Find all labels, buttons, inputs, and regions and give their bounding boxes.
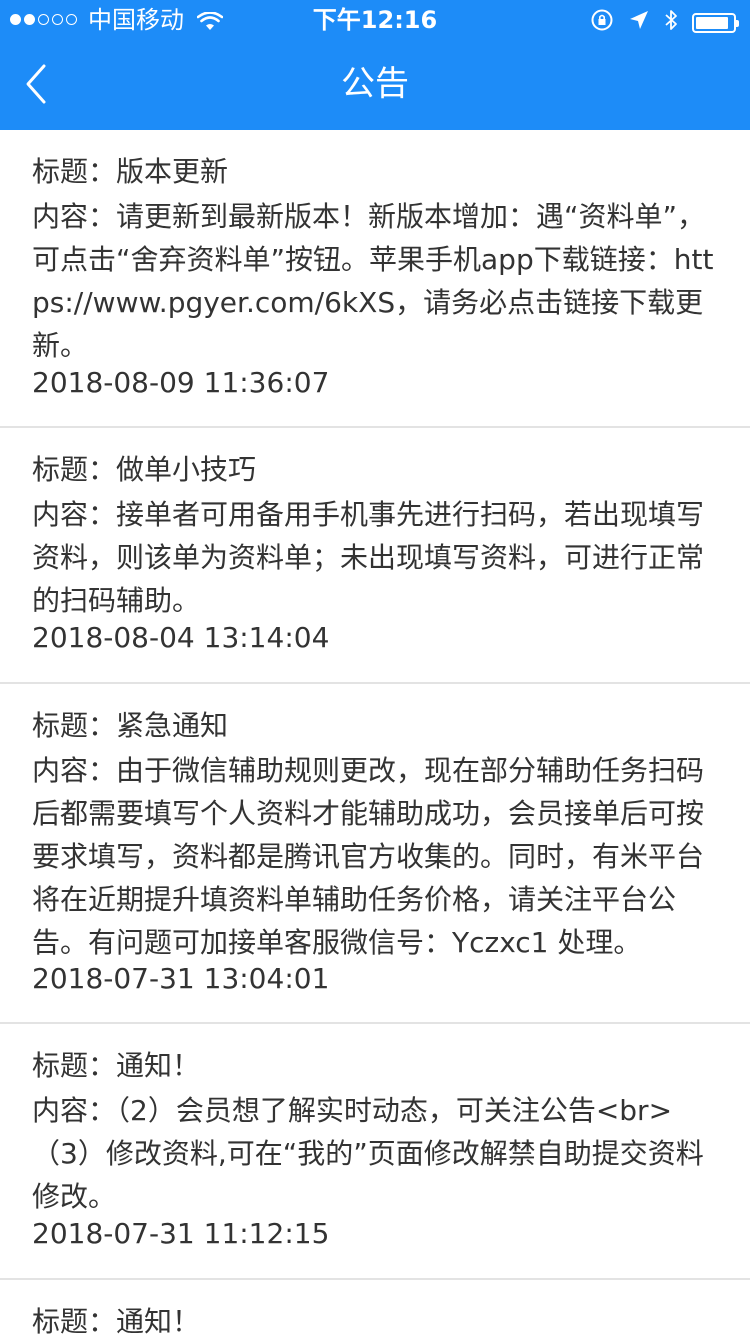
notice-title: 标题：通知！	[32, 1305, 201, 1338]
nav-bar: 公告	[0, 40, 750, 130]
notice-content: 内容：由于微信辅助规则更改，现在部分辅助任务扫码后都需要填写个人资料才能辅助成功…	[32, 754, 705, 959]
header: 中国移动 下午12:16 公告	[0, 0, 750, 130]
notice-item[interactable]: 标题：版本更新 内容：请更新到最新版本！新版本增加：遇“资料单”，可点击“舍弃资…	[0, 130, 750, 428]
battery-level	[696, 17, 728, 29]
notice-title: 标题：版本更新	[32, 155, 229, 188]
location-icon	[628, 9, 650, 37]
orientation-lock-icon	[590, 8, 614, 38]
notice-item[interactable]: 标题：通知！	[0, 1280, 750, 1340]
bluetooth-icon	[664, 8, 678, 38]
battery-icon	[692, 13, 739, 33]
notice-date: 2018-08-04 13:14:04	[32, 621, 330, 654]
notice-item[interactable]: 标题：紧急通知 内容：由于微信辅助规则更改，现在部分辅助任务扫码后都需要填写个人…	[0, 684, 750, 1024]
notice-date: 2018-07-31 13:04:01	[32, 962, 330, 995]
notice-title: 标题：做单小技巧	[32, 453, 257, 486]
status-icons	[590, 8, 739, 38]
notice-title: 标题：通知！	[32, 1049, 201, 1082]
notice-date: 2018-07-31 11:12:15	[32, 1217, 330, 1250]
notice-item[interactable]: 标题：通知！ 内容：（2）会员想了解实时动态，可关注公告<br>（3）修改资料,…	[0, 1024, 750, 1280]
notice-content: 内容：接单者可用备用手机事先进行扫码，若出现填写资料，则该单为资料单；未出现填写…	[32, 498, 705, 617]
status-bar: 中国移动 下午12:16	[0, 0, 750, 40]
notice-title: 标题：紧急通知	[32, 709, 229, 742]
notice-item[interactable]: 标题：做单小技巧 内容：接单者可用备用手机事先进行扫码，若出现填写资料，则该单为…	[0, 428, 750, 684]
notice-content: 内容：请更新到最新版本！新版本增加：遇“资料单”，可点击“舍弃资料单”按钮。苹果…	[32, 200, 714, 362]
notice-content: 内容：（2）会员想了解实时动态，可关注公告<br>（3）修改资料,可在“我的”页…	[32, 1094, 704, 1213]
notice-date: 2018-08-09 11:36:07	[32, 366, 330, 399]
page-title: 公告	[341, 64, 409, 104]
